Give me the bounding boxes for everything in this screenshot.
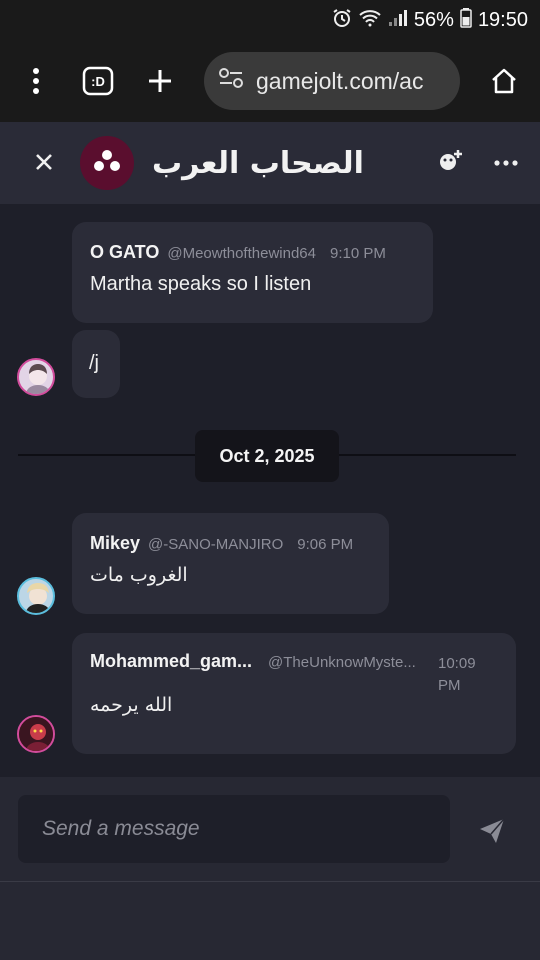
url-bar[interactable]: gamejolt.com/ac [204,52,460,110]
alarm-icon [332,8,352,33]
avatar[interactable] [17,577,55,615]
message-text: /j [89,352,99,374]
message-text: Martha speaks so I listen [90,273,312,295]
message-handle[interactable]: @-SANO-MANJIRO [148,536,283,553]
message-author[interactable]: Mohammed_gam... [90,651,252,672]
chat-header: الصحاب العرب [0,122,540,204]
battery-icon [460,7,472,33]
close-icon[interactable] [34,152,56,174]
site-settings-icon[interactable] [218,66,244,96]
avatar[interactable] [17,715,55,753]
new-tab-icon[interactable] [142,63,178,99]
add-member-icon[interactable] [438,148,464,177]
date-separator: Oct 2, 2025 [195,430,339,482]
wifi-icon [358,9,382,32]
send-icon[interactable] [478,817,506,845]
message-bubble[interactable]: O GATO @Meowthofthewind64 9:10 PM Martha… [72,222,433,323]
more-options-icon[interactable] [494,154,518,172]
message-bubble[interactable]: Mikey @-SANO-MANJIRO 9:06 PM الغروب مات [72,513,389,614]
menu-dots-icon[interactable] [18,63,54,99]
message-time: 10:09 PM [438,655,476,694]
message-time: 9:06 PM [297,536,354,553]
group-avatar[interactable] [80,136,134,190]
message-list[interactable]: O GATO @Meowthofthewind64 9:10 PM Martha… [0,204,540,777]
message-author[interactable]: O GATO [90,242,159,263]
group-icon [93,149,121,178]
tab-switcher-icon[interactable]: :D [80,63,116,99]
message-bubble[interactable]: Mohammed_gam... @TheUnknowMyste... 10:09… [72,633,516,754]
message-time: 9:10 PM [330,245,386,262]
tab-switcher-label: :D [91,73,105,89]
chat-title: الصحاب العرب [152,145,364,181]
home-icon[interactable] [486,63,522,99]
url-text: gamejolt.com/ac [256,67,424,94]
message-author[interactable]: Mikey [90,533,140,554]
composer: Send a message [0,777,540,881]
message-text: الله يرحمه [90,694,173,716]
avatar[interactable] [17,358,55,396]
message-handle[interactable]: @Meowthofthewind64 [167,245,316,262]
signal-icon [388,9,408,32]
clock: 19:50 [477,8,528,31]
browser-toolbar: :D gamejolt.com/ac [0,40,540,122]
message-bubble[interactable]: /j [72,330,120,398]
message-text: الغروب مات [90,564,188,586]
message-input[interactable]: Send a message [18,795,450,863]
bottom-area [0,882,540,960]
battery-percent: 56% [413,8,454,31]
status-bar: 56% 19:50 [0,0,540,40]
message-handle[interactable]: @TheUnknowMyste... [268,654,416,671]
